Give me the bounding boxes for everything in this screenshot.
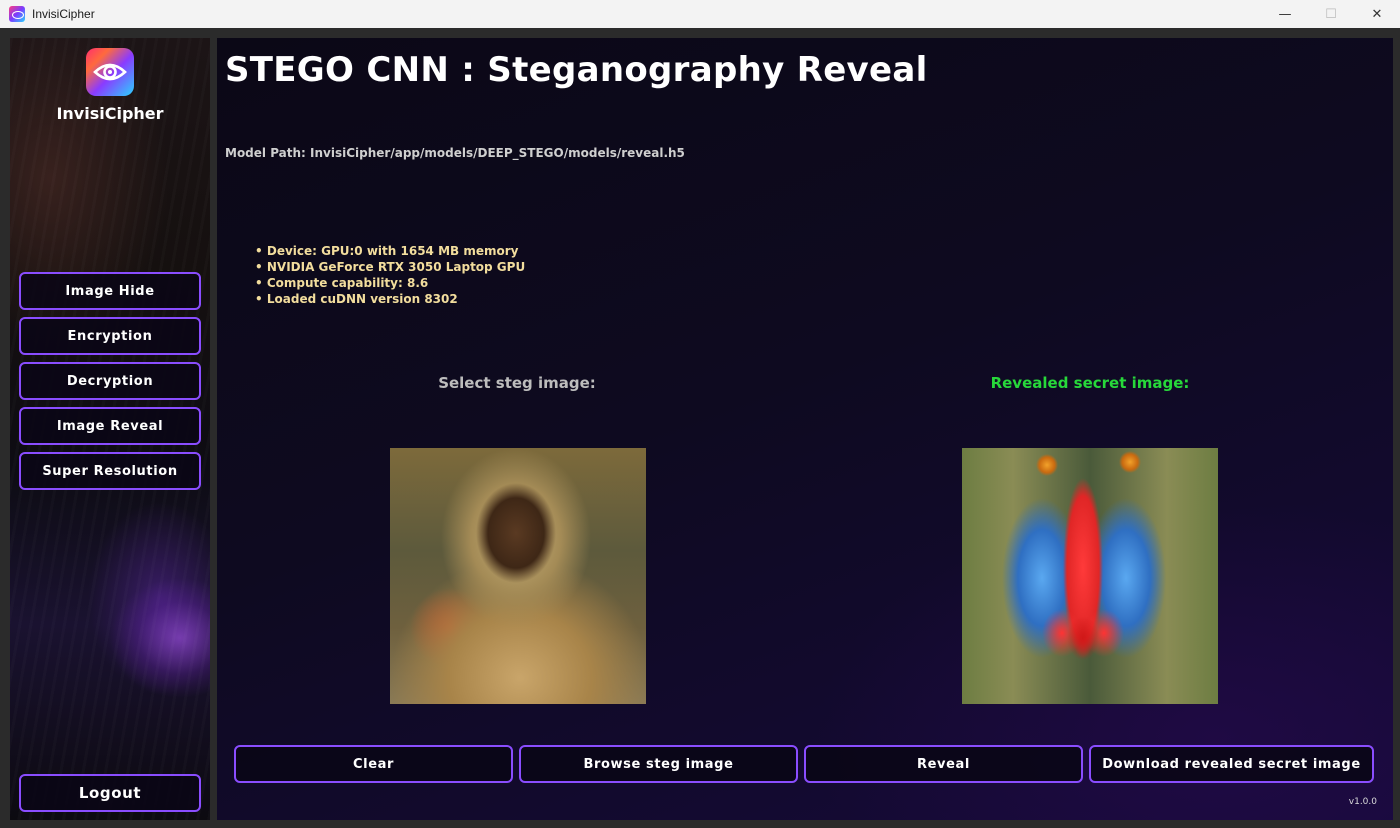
window-controls: — ☐ ✕	[1262, 0, 1400, 28]
maximize-button[interactable]: ☐	[1308, 0, 1354, 28]
gpu-info-item: Compute capability: 8.6	[255, 275, 525, 291]
nav-image-hide-button[interactable]: Image Hide	[19, 272, 201, 310]
main-panel: STEGO CNN : Steganography Reveal Model P…	[217, 38, 1393, 820]
nav-image-reveal-button[interactable]: Image Reveal	[19, 407, 201, 445]
app-icon	[9, 6, 25, 22]
revealed-secret-image-preview	[962, 448, 1218, 704]
logout-button[interactable]: Logout	[19, 774, 201, 812]
gpu-info-item: NVIDIA GeForce RTX 3050 Laptop GPU	[255, 259, 525, 275]
title-bar: InvisiCipher — ☐ ✕	[0, 0, 1400, 28]
close-button[interactable]: ✕	[1354, 0, 1400, 28]
eye-logo-icon	[86, 48, 134, 96]
nav-decryption-button[interactable]: Decryption	[19, 362, 201, 400]
clear-button[interactable]: Clear	[234, 745, 513, 783]
gpu-info-item: Loaded cuDNN version 8302	[255, 291, 525, 307]
revealed-image-label: Revealed secret image:	[990, 374, 1190, 392]
reveal-button[interactable]: Reveal	[804, 745, 1083, 783]
page-title: STEGO CNN : Steganography Reveal	[225, 50, 928, 90]
steg-image-label: Select steg image:	[438, 374, 596, 392]
browse-steg-image-button[interactable]: Browse steg image	[519, 745, 798, 783]
gpu-info-list: Device: GPU:0 with 1654 MB memory NVIDIA…	[255, 243, 525, 307]
brand-name: InvisiCipher	[56, 104, 164, 123]
nav-super-resolution-button[interactable]: Super Resolution	[19, 452, 201, 490]
window-title: InvisiCipher	[32, 7, 95, 21]
steg-image-preview	[390, 448, 646, 704]
nav-encryption-button[interactable]: Encryption	[19, 317, 201, 355]
gpu-info-item: Device: GPU:0 with 1654 MB memory	[255, 243, 525, 259]
download-revealed-image-button[interactable]: Download revealed secret image	[1089, 745, 1374, 783]
version-label: v1.0.0	[1348, 797, 1377, 807]
minimize-button[interactable]: —	[1262, 0, 1308, 28]
sidebar: InvisiCipher Image Hide Encryption Decry…	[10, 38, 210, 820]
model-path-text: Model Path: InvisiCipher/app/models/DEEP…	[225, 146, 685, 160]
